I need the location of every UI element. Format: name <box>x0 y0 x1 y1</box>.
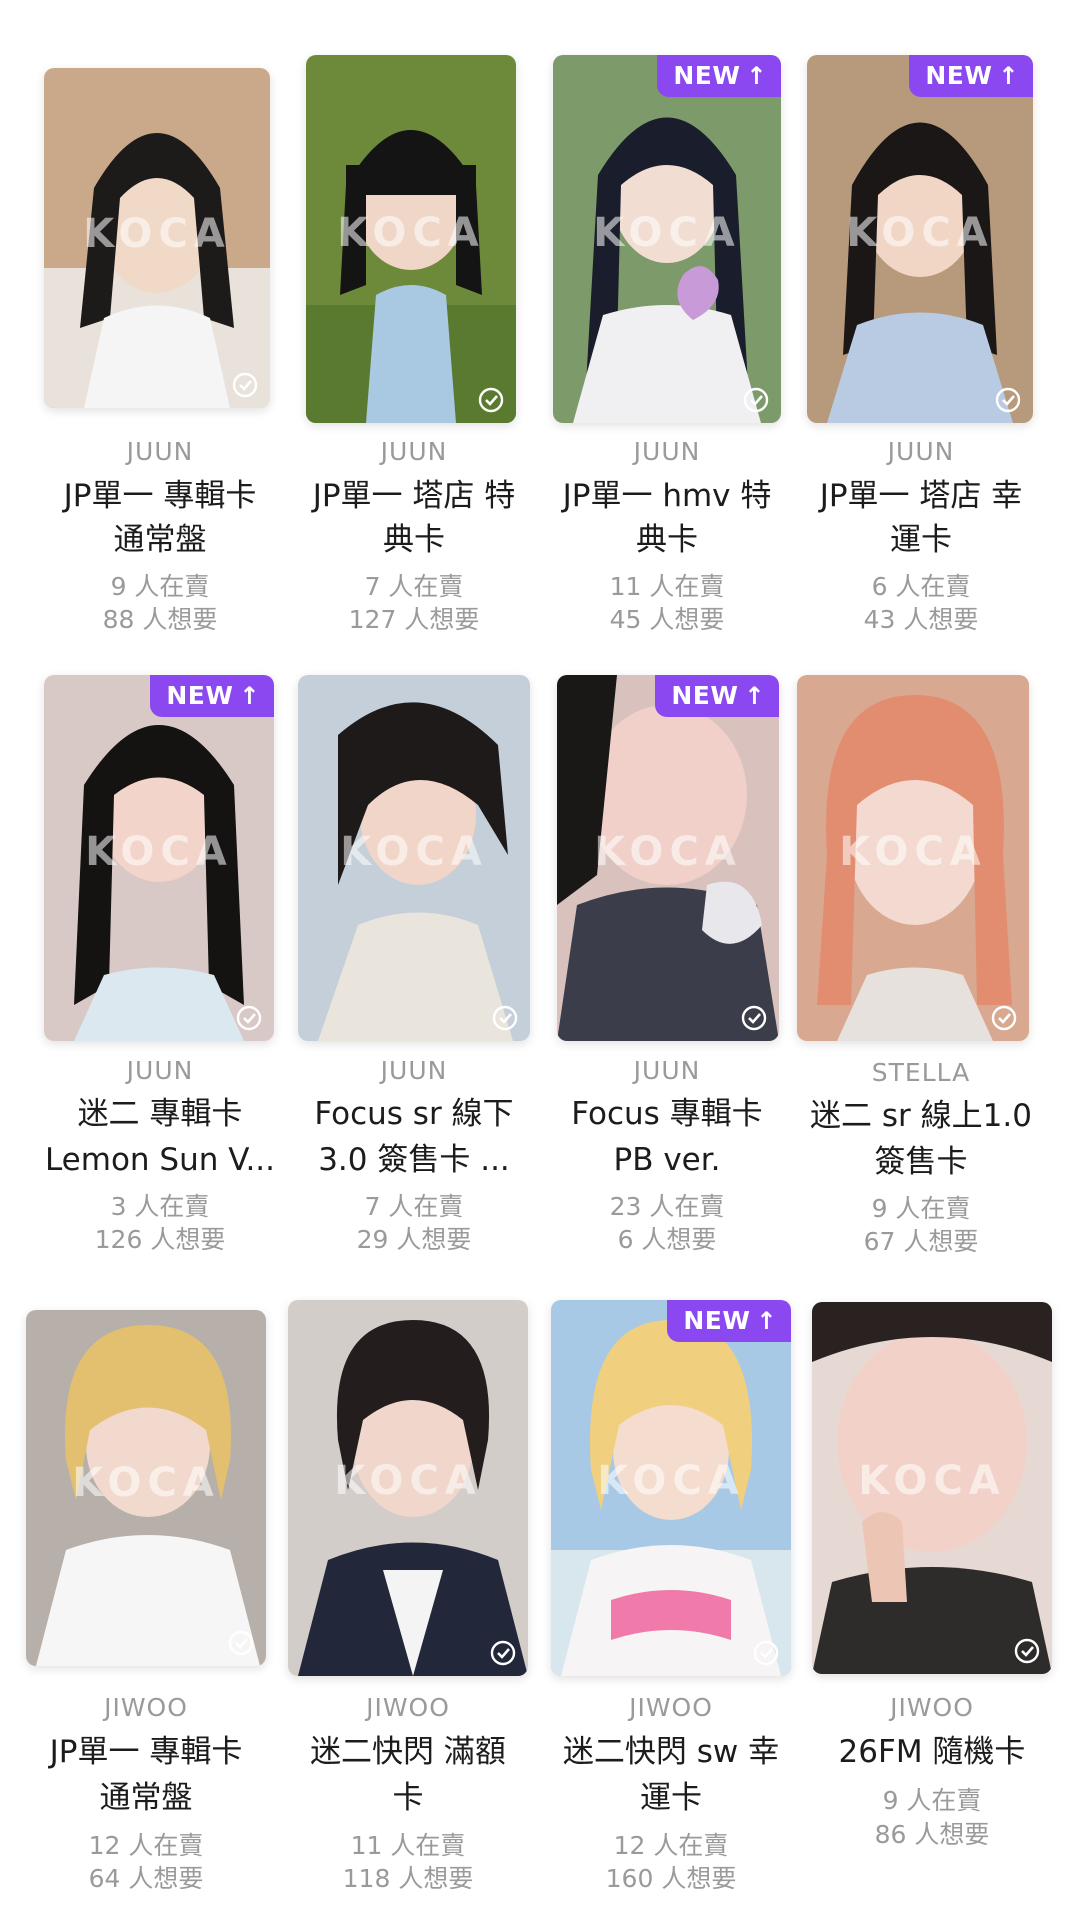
card-wanted-count: 127 人想要 <box>348 605 480 634</box>
new-badge: NEW ↑ <box>667 1300 791 1342</box>
card-selling-count: 3 人在賣 <box>110 1192 210 1221</box>
arrow-up-icon: ↑ <box>744 682 765 710</box>
card-selling-count: 9 人在賣 <box>110 572 210 601</box>
card-photo[interactable]: NEW ↑ KOCA <box>557 675 779 1041</box>
card-selling-count: 7 人在賣 <box>364 1192 464 1221</box>
card-member: JUUN <box>380 437 448 466</box>
new-badge: NEW ↑ <box>150 675 274 717</box>
card-member: JUUN <box>126 437 194 466</box>
card-photo[interactable]: NEW ↑ KOCA <box>807 55 1033 423</box>
card-wanted-count: 6 人想要 <box>617 1225 717 1254</box>
check-circle-icon[interactable] <box>1014 1638 1040 1664</box>
arrow-up-icon: ↑ <box>756 1307 777 1335</box>
card-selling-count: 23 人在賣 <box>609 1192 725 1221</box>
card-title-line1: Focus 專輯卡 <box>571 1096 763 1132</box>
card-member: JIWOO <box>366 1693 450 1722</box>
card-member: JUUN <box>633 1056 701 1085</box>
check-circle-icon[interactable] <box>743 387 769 413</box>
card-photo[interactable]: KOCA <box>298 675 530 1041</box>
card-wanted-count: 43 人想要 <box>863 605 979 634</box>
card-title-line2: 通常盤 <box>99 1780 193 1816</box>
arrow-up-icon: ↑ <box>239 682 260 710</box>
card-wanted-count: 64 人想要 <box>88 1864 204 1893</box>
card-wanted-count: 88 人想要 <box>102 605 218 634</box>
card-title-line1: 迷二快閃 滿額 <box>310 1734 506 1770</box>
card-title-line2: 3.0 簽售卡 ... <box>318 1142 510 1178</box>
card-member: JUUN <box>126 1056 194 1085</box>
card-member: JUUN <box>380 1056 448 1085</box>
photocard-grid: KOCA JUUN JP單一 專輯卡 通常盤 9 人在賣 88 人想要 KOCA <box>0 0 1080 1919</box>
card-selling-count: 6 人在賣 <box>871 572 971 601</box>
check-circle-icon[interactable] <box>236 1005 262 1031</box>
check-circle-icon[interactable] <box>995 387 1021 413</box>
card-title-line2: PB ver. <box>613 1142 721 1178</box>
card-selling-count: 9 人在賣 <box>882 1786 982 1815</box>
check-circle-icon[interactable] <box>228 1630 254 1656</box>
card-title-line2: 簽售卡 <box>874 1144 968 1180</box>
card-title-line2: 運卡 <box>890 522 952 558</box>
card-wanted-count: 45 人想要 <box>609 605 725 634</box>
card-title-line2: 典卡 <box>383 522 445 558</box>
card-title-line1: JP單一 hmv 特 <box>562 478 772 514</box>
card-photo[interactable]: KOCA <box>306 55 516 423</box>
card-title-line2: 卡 <box>392 1780 424 1816</box>
card-wanted-count: 86 人想要 <box>874 1820 990 1849</box>
card-title-line1: JP單一 專輯卡 <box>49 1734 243 1770</box>
card-photo[interactable]: NEW ↑ KOCA <box>44 675 274 1041</box>
card-title-line2: 運卡 <box>640 1780 702 1816</box>
card-selling-count: 12 人在賣 <box>88 1831 204 1860</box>
card-title-line1: JP單一 專輯卡 <box>63 478 257 514</box>
check-circle-icon[interactable] <box>232 372 258 398</box>
card-selling-count: 11 人在賣 <box>350 1831 466 1860</box>
card-photo[interactable]: NEW ↑ KOCA <box>553 55 781 423</box>
card-title-line2: Lemon Sun V... <box>44 1142 276 1178</box>
card-title-line1: JP單一 塔店 特 <box>312 478 516 514</box>
card-photo[interactable]: KOCA <box>288 1300 528 1676</box>
card-selling-count: 7 人在賣 <box>364 572 464 601</box>
card-wanted-count: 67 人想要 <box>863 1227 979 1256</box>
check-circle-icon[interactable] <box>492 1005 518 1031</box>
card-title-line1: 26FM 隨機卡 <box>838 1734 1026 1770</box>
check-circle-icon[interactable] <box>991 1005 1017 1031</box>
card-wanted-count: 126 人想要 <box>94 1225 226 1254</box>
card-member: JUUN <box>633 437 701 466</box>
card-photo[interactable]: KOCA <box>44 68 270 408</box>
card-title-line1: 迷二快閃 sw 幸 <box>562 1734 780 1770</box>
card-member: JUUN <box>887 437 955 466</box>
card-photo[interactable]: KOCA <box>812 1302 1052 1674</box>
card-photo[interactable]: KOCA <box>797 675 1029 1041</box>
arrow-up-icon: ↑ <box>746 62 767 90</box>
card-title-line2: 通常盤 <box>113 522 207 558</box>
card-wanted-count: 160 人想要 <box>605 1864 737 1893</box>
card-member: JIWOO <box>104 1693 188 1722</box>
card-member: JIWOO <box>629 1693 713 1722</box>
card-wanted-count: 118 人想要 <box>342 1864 474 1893</box>
card-title-line1: JP單一 塔店 幸 <box>819 478 1023 514</box>
card-member: JIWOO <box>890 1693 974 1722</box>
card-selling-count: 11 人在賣 <box>609 572 725 601</box>
new-badge: NEW ↑ <box>655 675 779 717</box>
card-selling-count: 12 人在賣 <box>613 1831 729 1860</box>
card-title-line1: 迷二 sr 線上1.0 <box>810 1098 1032 1134</box>
card-title-line2: 典卡 <box>636 522 698 558</box>
check-circle-icon[interactable] <box>478 387 504 413</box>
check-circle-icon[interactable] <box>753 1640 779 1666</box>
new-badge: NEW ↑ <box>657 55 781 97</box>
card-wanted-count: 29 人想要 <box>356 1225 472 1254</box>
arrow-up-icon: ↑ <box>998 62 1019 90</box>
card-title-line1: Focus sr 線下 <box>314 1096 514 1132</box>
check-circle-icon[interactable] <box>741 1005 767 1031</box>
new-badge: NEW ↑ <box>909 55 1033 97</box>
card-photo[interactable]: NEW ↑ KOCA <box>551 1300 791 1676</box>
card-member: STELLA <box>871 1058 971 1087</box>
check-circle-icon[interactable] <box>490 1640 516 1666</box>
card-selling-count: 9 人在賣 <box>871 1194 971 1223</box>
card-photo[interactable]: KOCA <box>26 1310 266 1666</box>
card-title-line1: 迷二 專輯卡 <box>77 1096 243 1132</box>
